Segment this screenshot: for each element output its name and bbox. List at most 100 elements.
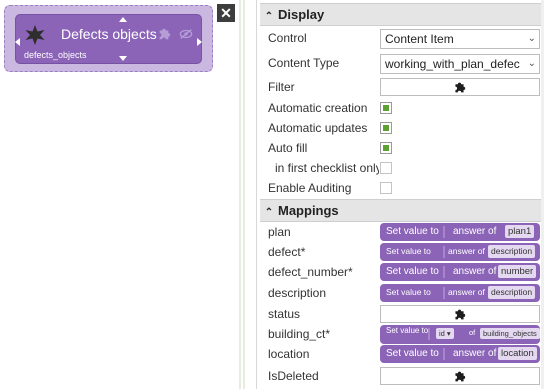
mappings-header-label: Mappings xyxy=(278,203,339,218)
card-subtitle: defects_objects xyxy=(24,50,87,60)
chevron-up-icon: ⌃ xyxy=(264,207,274,218)
eye-hidden-icon[interactable] xyxy=(179,28,193,40)
set-value-block[interactable]: Set value to answer of location xyxy=(380,345,540,363)
answer-value-pill[interactable]: description xyxy=(488,286,536,299)
mapping-label: description xyxy=(268,286,327,300)
set-value-label: Set value to xyxy=(386,226,439,237)
mapping-label: defect* xyxy=(268,245,306,259)
splitter-bar-inner xyxy=(243,0,245,389)
block-notch xyxy=(443,287,445,299)
first-checklist-label: in first checklist only xyxy=(275,161,379,175)
content-type-row: Content Type working_with_plan_defec ⌄ xyxy=(260,54,542,74)
puzzle-icon xyxy=(455,309,466,320)
auto-creation-checkbox[interactable] xyxy=(380,102,392,114)
puzzle-icon[interactable] xyxy=(157,27,171,41)
block-notch xyxy=(443,266,445,278)
chevron-down-icon: ⌄ xyxy=(525,55,536,73)
card-title: Defects objects xyxy=(61,26,157,42)
mapping-row-location: location Set value to answer of location xyxy=(260,345,542,365)
auto-fill-label: Auto fill xyxy=(268,141,308,155)
resize-up-arrow-icon[interactable] xyxy=(119,17,127,22)
block-notch xyxy=(443,348,445,360)
set-value-block[interactable]: Set value to answer of description xyxy=(380,284,540,302)
set-value-block[interactable]: Set value to answer of number xyxy=(380,263,540,281)
content-type-label: Content Type xyxy=(268,56,340,70)
mapping-row-building-ct: building_ct* Set value to id ▾ of buildi… xyxy=(260,325,542,345)
status-mapping-field[interactable] xyxy=(380,305,540,323)
first-checklist-checkbox[interactable] xyxy=(380,162,392,174)
answer-of-label: answer of xyxy=(448,246,485,256)
mapping-row-description: description Set value to answer of descr… xyxy=(260,284,542,304)
enable-auditing-label: Enable Auditing xyxy=(268,181,352,195)
puzzle-icon xyxy=(455,371,466,382)
answer-of-label: answer of xyxy=(448,287,485,297)
of-label: of xyxy=(469,328,476,337)
set-value-label: Set value to xyxy=(386,246,431,256)
block-notch xyxy=(428,328,430,340)
auto-updates-row: Automatic updates xyxy=(260,119,542,139)
defects-objects-card-selection[interactable]: Defects objects defects_objects xyxy=(4,5,213,72)
auto-updates-label: Automatic updates xyxy=(268,121,368,135)
auto-fill-row: Auto fill xyxy=(260,139,542,159)
properties-panel: ⌃ Display Control Content Item ⌄ Content … xyxy=(260,0,542,389)
mapping-label: plan xyxy=(268,225,291,239)
block-notch xyxy=(443,246,445,258)
set-value-label: Set value to xyxy=(386,326,429,335)
first-checklist-row: in first checklist only xyxy=(260,159,542,179)
enable-auditing-row: Enable Auditing xyxy=(260,179,542,199)
resize-right-arrow-icon[interactable] xyxy=(197,38,202,46)
answer-of-label: answer of xyxy=(453,348,497,359)
mapping-row-status: status xyxy=(260,305,542,325)
control-row: Control Content Item ⌄ xyxy=(260,29,542,49)
set-value-block[interactable]: Set value to answer of plan1 xyxy=(380,223,540,241)
control-value: Content Item xyxy=(385,32,454,46)
control-label: Control xyxy=(268,31,307,45)
filter-row: Filter xyxy=(260,78,542,98)
mapping-row-defect-number: defect_number* Set value to answer of nu… xyxy=(260,263,542,283)
set-value-block[interactable]: Set value to id ▾ of building_objects xyxy=(380,325,540,344)
set-value-block[interactable]: Set value to answer of description xyxy=(380,243,540,261)
answer-value-pill[interactable]: building_objects xyxy=(480,328,540,339)
mapping-row-plan: plan Set value to answer of plan1 xyxy=(260,223,542,243)
chevron-up-icon: ⌃ xyxy=(264,11,274,22)
auto-creation-row: Automatic creation xyxy=(260,99,542,119)
panel-border xyxy=(256,0,257,389)
answer-of-label: answer of xyxy=(453,226,497,237)
resize-left-arrow-icon[interactable] xyxy=(15,38,20,46)
mapping-label: status xyxy=(268,307,301,321)
id-token: id xyxy=(439,329,445,338)
mappings-section-header[interactable]: ⌃ Mappings xyxy=(260,199,542,222)
answer-of-label: answer of xyxy=(453,266,497,277)
enable-auditing-checkbox[interactable] xyxy=(380,182,392,194)
close-button[interactable]: ✕ xyxy=(217,4,235,22)
control-select[interactable]: Content Item ⌄ xyxy=(380,29,540,49)
defects-objects-card[interactable]: Defects objects defects_objects xyxy=(15,14,202,64)
display-section-header[interactable]: ⌃ Display xyxy=(260,3,542,26)
auto-updates-checkbox[interactable] xyxy=(380,122,392,134)
mapping-label: defect_number* xyxy=(268,265,353,279)
chevron-down-icon: ⌄ xyxy=(525,30,536,48)
content-type-value: working_with_plan_defec xyxy=(385,57,520,71)
answer-value-pill[interactable]: number xyxy=(498,265,537,278)
id-dropdown-pill[interactable]: id ▾ xyxy=(436,328,454,339)
mapping-label: location xyxy=(268,347,310,361)
block-notch xyxy=(443,226,445,238)
set-value-label: Set value to xyxy=(386,287,431,297)
set-value-label: Set value to xyxy=(386,348,439,359)
mapping-label: IsDeleted xyxy=(268,369,319,383)
splitter-bar[interactable] xyxy=(239,0,241,389)
answer-value-pill[interactable]: plan1 xyxy=(505,225,535,238)
isdeleted-mapping-field[interactable] xyxy=(380,367,540,385)
answer-value-pill[interactable]: description xyxy=(488,245,536,258)
auto-creation-label: Automatic creation xyxy=(268,101,368,115)
display-header-label: Display xyxy=(278,7,325,22)
mapping-row-defect: defect* Set value to answer of descripti… xyxy=(260,243,542,263)
mapping-row-isdeleted: IsDeleted xyxy=(260,367,542,387)
auto-fill-checkbox[interactable] xyxy=(380,142,392,154)
content-type-select[interactable]: working_with_plan_defec ⌄ xyxy=(380,54,540,74)
answer-value-pill[interactable]: location xyxy=(498,347,537,360)
mapping-label: building_ct* xyxy=(268,327,331,341)
star-icon xyxy=(25,25,45,45)
resize-down-arrow-icon[interactable] xyxy=(119,56,127,61)
filter-field[interactable] xyxy=(380,78,540,96)
